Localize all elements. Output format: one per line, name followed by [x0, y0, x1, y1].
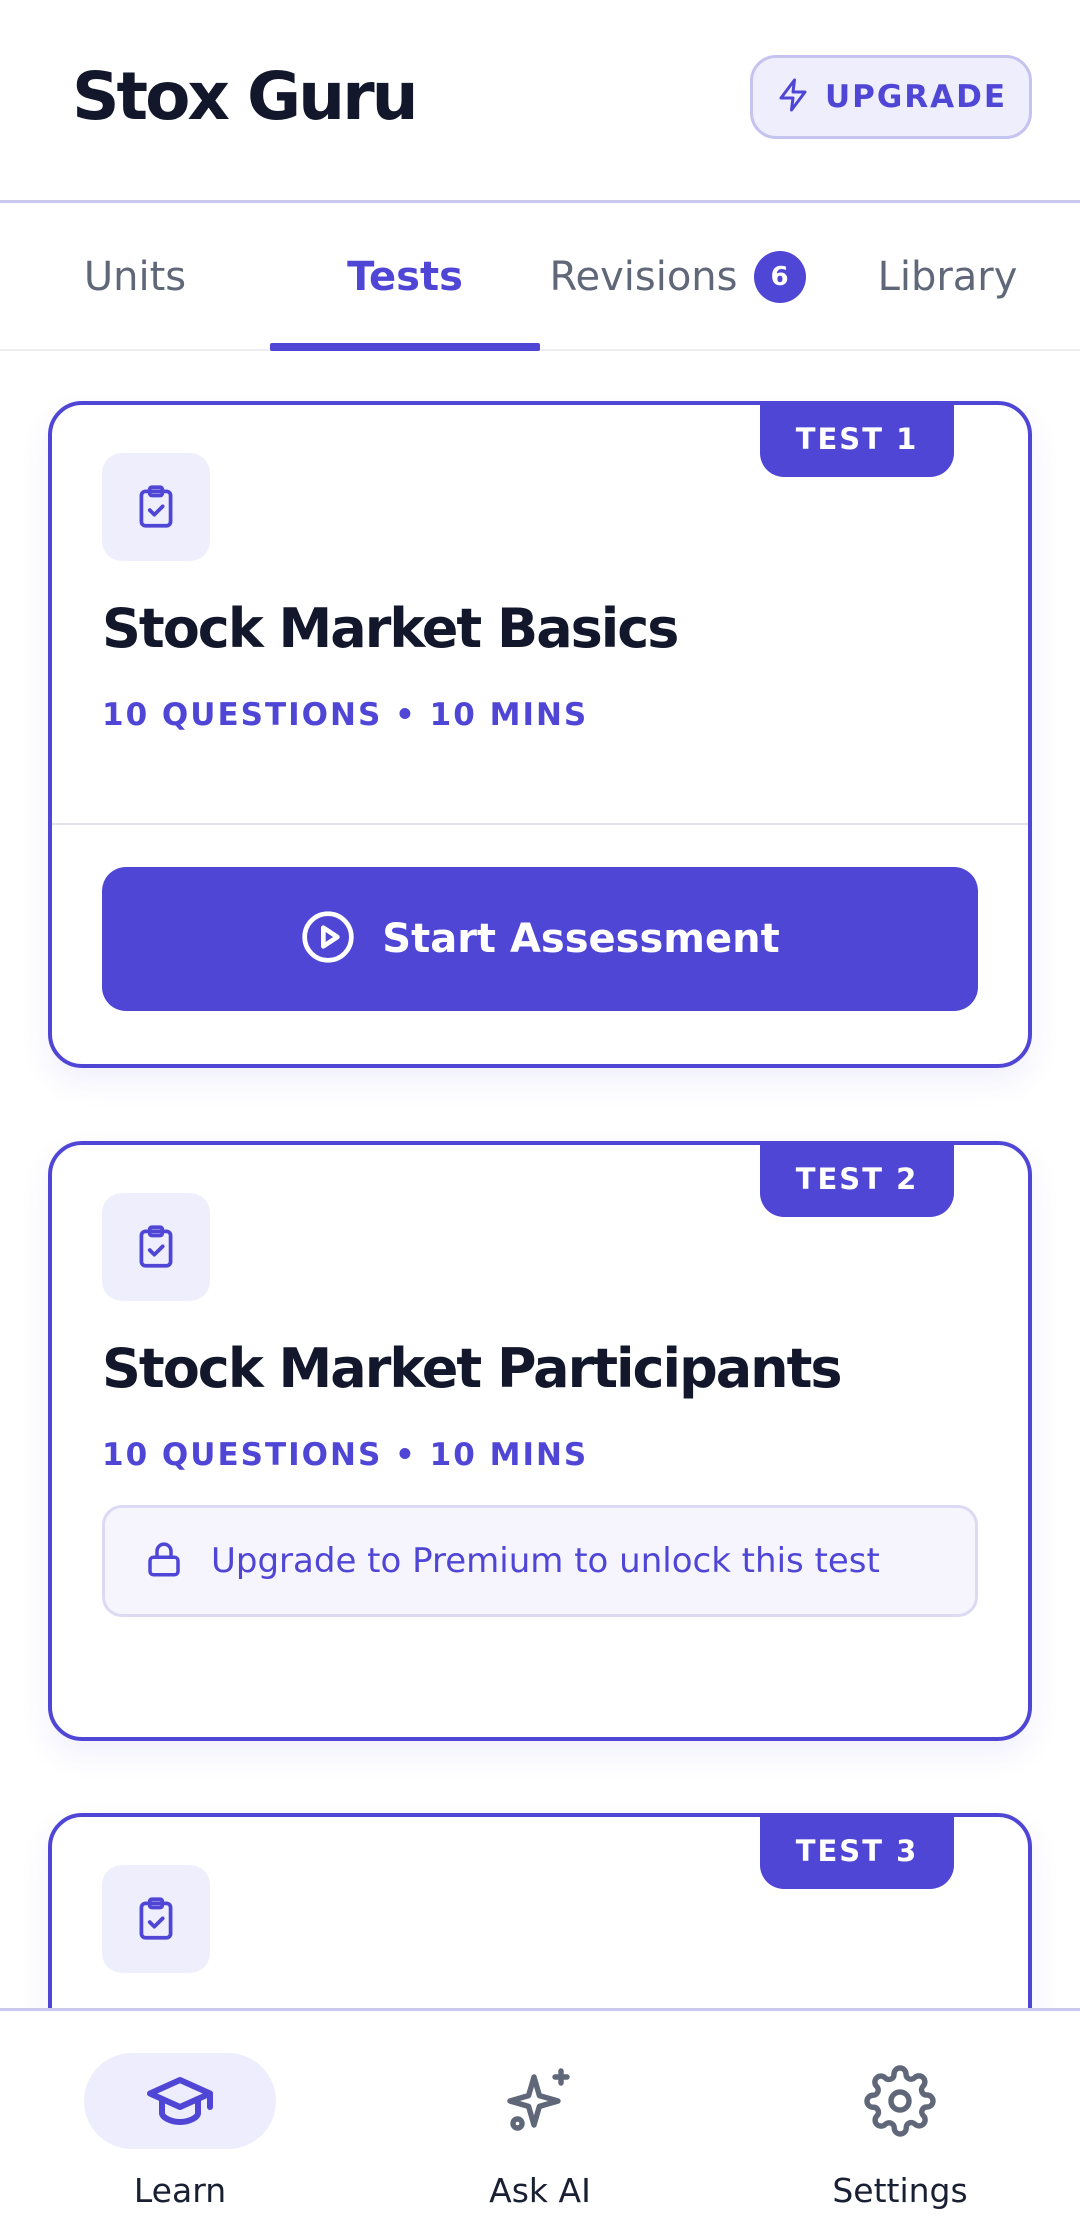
- app-header: Stox Guru UPGRADE: [0, 0, 1080, 203]
- active-tab-indicator: [270, 343, 540, 351]
- test-meta: 10 QUESTIONS • 10 MINS: [102, 697, 589, 733]
- sparkles-icon: [500, 2063, 580, 2139]
- nav-learn[interactable]: Learn: [0, 2011, 360, 2229]
- test-meta: 10 QUESTIONS • 10 MINS: [102, 1437, 589, 1473]
- revisions-count-badge: 6: [753, 251, 806, 303]
- tab-library-label: Library: [877, 254, 1018, 300]
- card-divider: [52, 823, 1028, 825]
- lock-message: Upgrade to Premium to unlock this test: [211, 1541, 880, 1581]
- tests-list[interactable]: TEST 1 Stock Market Basics 10 QUESTIONS …: [0, 351, 1080, 2008]
- test-card: TEST 3: [48, 1813, 1032, 2008]
- start-assessment-button[interactable]: Start Assessment: [102, 867, 978, 1011]
- nav-learn-label: Learn: [133, 2171, 227, 2210]
- app-title: Stox Guru: [72, 58, 419, 135]
- tab-revisions-label: Revisions: [549, 254, 738, 300]
- lightning-bolt-icon: [775, 77, 811, 117]
- gear-icon: [860, 2063, 940, 2139]
- start-assessment-label: Start Assessment: [382, 916, 780, 962]
- test-number-tag: TEST 3: [760, 1817, 954, 1889]
- test-card: TEST 2 Stock Market Participants 10 QUES…: [48, 1141, 1032, 1741]
- clipboard-check-icon: [102, 1865, 210, 1973]
- test-number-tag: TEST 1: [760, 405, 954, 477]
- nav-ask-ai[interactable]: Ask AI: [360, 2011, 720, 2229]
- tab-revisions[interactable]: Revisions 6: [540, 203, 815, 351]
- nav-ask-ai-label: Ask AI: [489, 2171, 591, 2210]
- play-circle-icon: [300, 909, 356, 969]
- nav-settings[interactable]: Settings: [720, 2011, 1080, 2229]
- clipboard-check-icon: [102, 453, 210, 561]
- nav-settings-label: Settings: [832, 2171, 968, 2210]
- test-card: TEST 1 Stock Market Basics 10 QUESTIONS …: [48, 401, 1032, 1068]
- tab-tests-label: Tests: [347, 254, 463, 300]
- upgrade-label: UPGRADE: [824, 79, 1008, 115]
- premium-lock-notice[interactable]: Upgrade to Premium to unlock this test: [102, 1505, 978, 1617]
- tab-bar: Units Tests Revisions 6 Library: [0, 203, 1080, 351]
- tab-units[interactable]: Units: [0, 203, 270, 351]
- bottom-navigation: Learn Ask AI Settings: [0, 2008, 1080, 2229]
- test-title: Stock Market Basics: [102, 597, 679, 660]
- test-number-tag: TEST 2: [760, 1145, 954, 1217]
- lock-icon: [143, 1538, 185, 1584]
- graduation-cap-icon: [140, 2063, 220, 2139]
- tab-tests[interactable]: Tests: [270, 203, 540, 351]
- clipboard-check-icon: [102, 1193, 210, 1301]
- tab-units-label: Units: [83, 254, 187, 300]
- tab-library[interactable]: Library: [815, 203, 1080, 351]
- upgrade-button[interactable]: UPGRADE: [750, 55, 1032, 139]
- test-title: Stock Market Participants: [102, 1337, 843, 1400]
